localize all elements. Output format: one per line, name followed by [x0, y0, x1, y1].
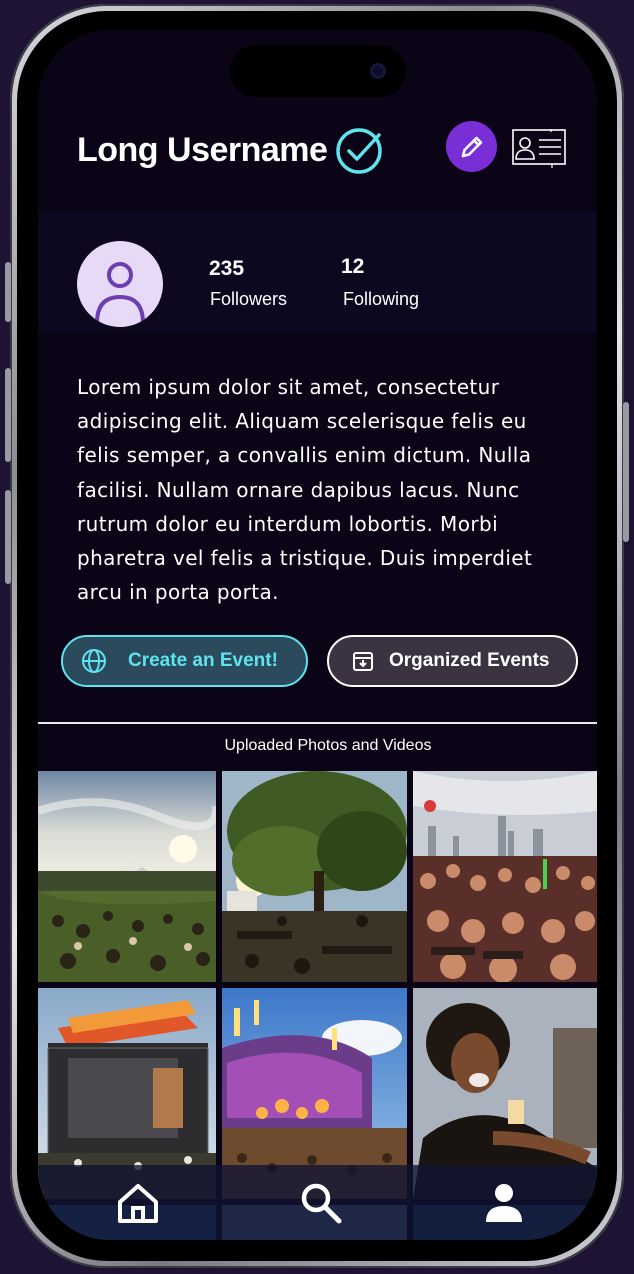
- verified-check-icon: [336, 128, 382, 174]
- organized-events-button[interactable]: Organized Events: [327, 635, 578, 687]
- volume-down-button: [5, 490, 11, 584]
- username-title: Long Username: [77, 131, 328, 169]
- following-count[interactable]: 12: [341, 254, 364, 280]
- profile-icon: [486, 1184, 522, 1222]
- nav-home[interactable]: [114, 1179, 162, 1227]
- app-screen: Long Username 235 Followers 12 Following…: [38, 30, 597, 1240]
- edit-profile-button[interactable]: [446, 121, 497, 172]
- festival-tree-photo[interactable]: [222, 771, 407, 982]
- id-card-icon[interactable]: [511, 128, 569, 168]
- pencil-icon: [461, 136, 482, 157]
- avatar[interactable]: [77, 241, 163, 327]
- search-icon: [301, 1183, 342, 1224]
- user-icon: [95, 262, 145, 324]
- home-icon: [118, 1184, 158, 1223]
- nav-profile[interactable]: [480, 1179, 528, 1227]
- globe-icon: [82, 649, 106, 673]
- camera-lens: [370, 63, 386, 79]
- gallery-title: Uploaded Photos and Videos: [224, 737, 432, 754]
- crowd-city-photo[interactable]: [413, 771, 597, 982]
- dynamic-island: [230, 45, 406, 97]
- following-label[interactable]: Following: [343, 287, 419, 311]
- create-event-button[interactable]: Create an Event!: [61, 635, 308, 687]
- followers-count[interactable]: 235: [209, 256, 244, 282]
- action-button: [5, 262, 11, 322]
- profile-bio: Lorem ipsum dolor sit amet, consectetur …: [77, 375, 533, 605]
- power-button: [623, 402, 629, 542]
- followers-label[interactable]: Followers: [210, 287, 287, 311]
- organized-events-label: Organized Events: [389, 650, 550, 671]
- create-event-label: Create an Event!: [128, 650, 278, 671]
- bottom-nav: [38, 1165, 597, 1240]
- volume-up-button: [5, 368, 11, 462]
- section-divider: [38, 722, 597, 724]
- archive-icon: [353, 652, 373, 671]
- festival-tent-photo[interactable]: [38, 771, 216, 982]
- nav-search[interactable]: [297, 1179, 345, 1227]
